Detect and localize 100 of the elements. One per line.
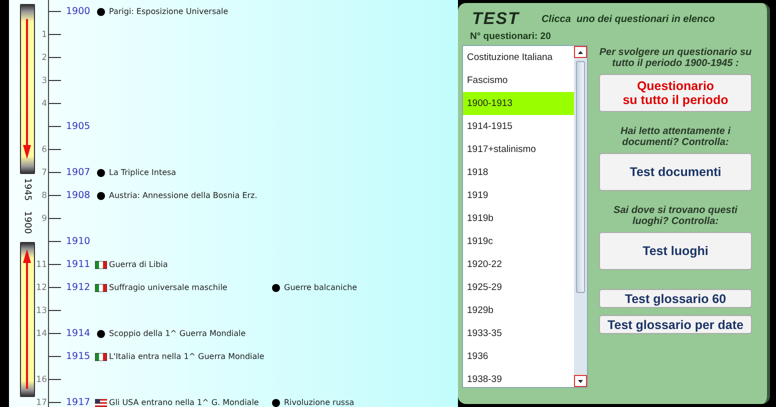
tick-number: 2 bbox=[42, 52, 47, 62]
list-item[interactable]: 1919c bbox=[463, 230, 574, 253]
tick-number: 8 bbox=[42, 190, 47, 200]
tick-number: 6 bbox=[42, 144, 47, 154]
list-item[interactable]: 1925-29 bbox=[463, 276, 574, 299]
questionnaire-count: N° questionari: 20 bbox=[469, 31, 552, 42]
list-item[interactable]: 1914-1915 bbox=[463, 115, 574, 138]
tick-number: 7 bbox=[42, 168, 47, 178]
instruction-text: Clicca uno dei questionari in elenco bbox=[541, 14, 715, 24]
tick-number: 9 bbox=[42, 214, 47, 224]
tick-mark bbox=[49, 172, 61, 173]
list-item[interactable]: 1938-39 bbox=[463, 368, 574, 391]
list-item[interactable]: 1918 bbox=[463, 161, 574, 184]
flag-icon bbox=[95, 284, 107, 292]
tick-mark bbox=[49, 57, 61, 58]
bullet-icon bbox=[272, 284, 280, 292]
event-text: Austria: Annessione della Bosnia Erz. bbox=[108, 191, 258, 200]
down-caret-icon bbox=[578, 380, 583, 382]
tick-number: 1 bbox=[42, 30, 47, 40]
scroll-up-button[interactable] bbox=[574, 46, 587, 58]
tick-mark bbox=[49, 356, 61, 357]
event-text: Guerra di Libia bbox=[108, 260, 169, 269]
scrollbar-thumb[interactable] bbox=[576, 61, 585, 293]
tick-mark bbox=[49, 310, 61, 311]
tick-number: 17 bbox=[36, 398, 47, 407]
tick-mark bbox=[49, 218, 61, 219]
year-label: 1905 bbox=[66, 121, 90, 132]
list-item[interactable]: Fascismo bbox=[463, 69, 574, 92]
down-arrow-icon bbox=[23, 19, 31, 159]
list-item[interactable]: 1920-22 bbox=[463, 253, 574, 276]
event-text: Rivoluzione russa bbox=[283, 398, 356, 407]
year-label: 1912 bbox=[66, 282, 90, 293]
year-label: 1907 bbox=[66, 167, 90, 178]
tick-mark bbox=[49, 287, 61, 288]
event-text: L'Italia entra nella 1^ Guerra Mondiale bbox=[108, 352, 266, 361]
list-item[interactable]: 1917+stalinismo bbox=[463, 138, 574, 161]
event-text: Gli USA entrano nella 1^ G. Mondiale bbox=[108, 398, 260, 407]
event-text: Guerre balcaniche bbox=[283, 283, 358, 292]
flag-icon bbox=[95, 398, 107, 406]
tick-number: 14 bbox=[36, 328, 47, 338]
tick-number: 3 bbox=[42, 76, 47, 86]
end-year-label: 1945 bbox=[22, 178, 32, 201]
tick-number: 4 bbox=[42, 98, 47, 108]
tick-number: 12 bbox=[36, 282, 47, 292]
tick-mark bbox=[49, 34, 61, 35]
questionnaire-list[interactable]: Costituzione Italiana Fascismo 1900-1913 1914-1915 1917+stalinismo 1918 1919 1919b 1919c 1920-22 1925-29 1929b 1933-35 1936 1938-39 bbox=[462, 45, 588, 388]
scroll-down-button[interactable] bbox=[574, 375, 587, 387]
list-item[interactable]: 1900-1913 bbox=[463, 92, 574, 115]
tick-mark bbox=[49, 11, 61, 12]
bullet-icon bbox=[97, 168, 105, 176]
list-item[interactable]: Costituzione Italiana bbox=[463, 46, 574, 69]
event-text: Parigi: Esposizione Universale bbox=[108, 7, 230, 16]
event-text: Suffragio universale maschile bbox=[108, 283, 228, 292]
tick-mark bbox=[49, 333, 61, 334]
tick-mark bbox=[49, 264, 61, 265]
list-item[interactable]: 1933-35 bbox=[463, 322, 574, 345]
tick-mark bbox=[49, 241, 61, 242]
test-button[interactable]: Test documenti bbox=[599, 153, 752, 191]
year-label: 1915 bbox=[66, 351, 90, 362]
tick-mark bbox=[49, 103, 61, 104]
year-label: 1914 bbox=[66, 328, 90, 339]
start-year-label: 1900 bbox=[22, 210, 32, 234]
bullet-icon bbox=[272, 398, 280, 406]
year-label: 1911 bbox=[66, 259, 90, 270]
tick-number: 13 bbox=[36, 306, 47, 316]
list-item[interactable]: 1919 bbox=[463, 184, 574, 207]
prompt-text: Hai letto attentamente i documenti? Controlla: bbox=[619, 126, 732, 148]
bullet-icon bbox=[97, 192, 105, 200]
list-item[interactable]: 1929b bbox=[463, 299, 574, 322]
flag-icon bbox=[95, 352, 107, 360]
test-title: TEST bbox=[472, 9, 520, 29]
tick-mark bbox=[49, 126, 61, 127]
tick-mark bbox=[49, 402, 61, 403]
bullet-icon bbox=[97, 330, 105, 338]
tick-mark bbox=[49, 149, 61, 150]
event-text: Scoppio della 1^ Guerra Mondiale bbox=[108, 329, 247, 338]
up-caret-icon bbox=[578, 50, 583, 54]
scroll-up-button[interactable] bbox=[20, 242, 34, 397]
test-button[interactable]: Test glossario 60 bbox=[599, 289, 752, 308]
year-label: 1908 bbox=[66, 190, 90, 201]
year-label: 1900 bbox=[66, 6, 90, 17]
year-label: 1910 bbox=[66, 236, 90, 247]
tick-number: 16 bbox=[36, 374, 47, 384]
tick-mark bbox=[49, 379, 61, 380]
flag-icon bbox=[95, 260, 107, 268]
test-button[interactable]: Test glossario per date bbox=[599, 315, 752, 334]
list-item[interactable]: 1919b bbox=[463, 207, 574, 230]
test-button[interactable]: Questionario su tutto il periodo bbox=[599, 74, 752, 112]
tick-number: 11 bbox=[36, 260, 47, 270]
up-arrow-icon bbox=[23, 249, 31, 390]
test-button[interactable]: Test luoghi bbox=[599, 232, 752, 270]
bullet-icon bbox=[97, 8, 105, 16]
event-text: La Triplice Intesa bbox=[108, 168, 178, 177]
list-item[interactable]: 1936 bbox=[463, 345, 574, 368]
year-label: 1917 bbox=[66, 397, 90, 407]
tick-mark bbox=[49, 195, 61, 196]
tick-mark bbox=[49, 80, 61, 81]
prompt-text: Sai dove si trovano questi luoghi? Controlla: bbox=[612, 205, 738, 227]
scroll-down-button[interactable] bbox=[20, 4, 34, 174]
prompt-text: Per svolgere un questionario su tutto il periodo 1900-1945 : bbox=[598, 47, 753, 69]
